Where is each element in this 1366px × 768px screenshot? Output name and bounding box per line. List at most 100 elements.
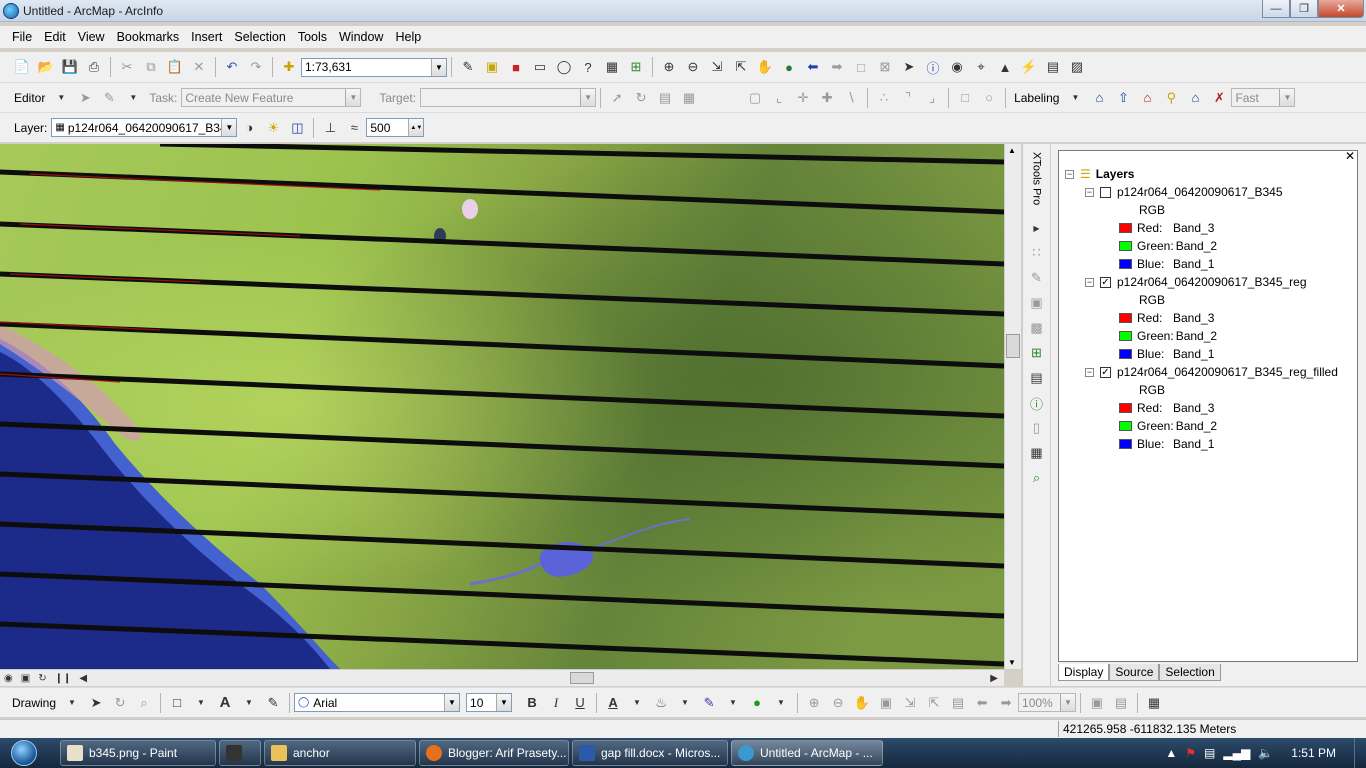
show-desktop-button[interactable] <box>1354 738 1366 768</box>
marker-color-icon[interactable]: ● <box>746 692 768 714</box>
text-dropdown-icon[interactable]: ▼ <box>238 692 260 714</box>
split-tool-icon[interactable]: ➚ <box>606 87 628 109</box>
zoom-in-layout-icon[interactable]: ⊕ <box>803 692 825 714</box>
rotate-icon[interactable]: ↻ <box>109 692 131 714</box>
scroll-thumb[interactable] <box>1006 334 1020 358</box>
taskbar-item-firefox[interactable]: Blogger: Arif Prasety... <box>419 740 569 766</box>
font-color-icon[interactable]: A <box>602 692 624 714</box>
chevron-down-icon[interactable]: ▼ <box>1279 89 1295 106</box>
chevron-down-icon[interactable]: ▼ <box>580 89 596 106</box>
line-color-pen-icon[interactable]: ✎ <box>698 692 720 714</box>
focus-data-frame-icon[interactable]: ▤ <box>1110 692 1132 714</box>
layout-view-icon[interactable]: ▣ <box>21 673 30 684</box>
zoom-out-icon[interactable]: ⊖ <box>682 56 704 78</box>
fixed-zoom-in-layout-icon[interactable]: ⇲ <box>899 692 921 714</box>
rotate-tool-icon[interactable]: ↻ <box>630 87 652 109</box>
fixed-zoom-out-layout-icon[interactable]: ⇱ <box>923 692 945 714</box>
text-a-icon[interactable]: A <box>214 692 236 714</box>
edge-icon[interactable]: ✚ <box>816 87 838 109</box>
rectangle-dropdown-icon[interactable]: ▼ <box>190 692 212 714</box>
snap-icon[interactable]: ⌞ <box>768 87 790 109</box>
map-horizontal-scrollbar[interactable]: ◉ ▣ ↻ ❙❙ ◀ ▶ <box>0 669 1004 686</box>
zoom-100-icon[interactable]: ▤ <box>947 692 969 714</box>
forward-arrow-icon[interactable]: ➡ <box>826 56 848 78</box>
pen-icon[interactable]: ✎ <box>1026 267 1048 289</box>
shared-edges-icon[interactable]: ⌝ <box>897 87 919 109</box>
underline-button[interactable]: U <box>569 692 591 714</box>
rectangle-icon[interactable]: □ <box>166 692 188 714</box>
pause-labeling-icon[interactable]: ⌂ <box>1184 87 1206 109</box>
pan-layout-icon[interactable]: ✋ <box>851 692 873 714</box>
layer-visibility-checkbox[interactable]: ✓ <box>1100 276 1111 288</box>
contrast-icon[interactable]: ◑ <box>238 117 260 139</box>
full-extent-globe-icon[interactable]: ● <box>778 56 800 78</box>
scroll-thumb[interactable] <box>570 672 594 684</box>
sketch-dropdown-icon[interactable]: ▼ <box>122 87 144 109</box>
redo-icon[interactable]: ↷ <box>245 56 267 78</box>
data-view-globe-icon[interactable]: ◉ <box>4 673 13 684</box>
new-document-icon[interactable]: 📄 <box>11 56 33 78</box>
back-arrow-icon[interactable]: ⬅ <box>802 56 824 78</box>
bold-button[interactable]: B <box>521 692 543 714</box>
resample-value-spinner[interactable]: 500 ▲▼ <box>366 118 425 137</box>
chevron-down-icon[interactable]: ▼ <box>1060 694 1076 711</box>
circle-icon[interactable]: ○ <box>978 87 1000 109</box>
add-icon[interactable]: ⊞ <box>625 56 647 78</box>
menu-insert[interactable]: Insert <box>185 30 228 44</box>
model-builder-icon[interactable]: ◯ <box>553 56 575 78</box>
map-display[interactable] <box>0 144 1004 669</box>
tab-selection[interactable]: Selection <box>1159 664 1221 681</box>
find-binoculars-icon[interactable]: ◉ <box>946 56 968 78</box>
cut-icon[interactable]: ✂ <box>116 56 138 78</box>
taskbar-item-paint[interactable]: b345.png - Paint <box>60 740 216 766</box>
label-weight-icon[interactable]: ⌂ <box>1136 87 1158 109</box>
xtools-dropdown-icon[interactable]: ▶ <box>1026 217 1048 239</box>
scroll-up-icon[interactable]: ▲ <box>1008 146 1016 155</box>
menu-file[interactable]: File <box>0 30 38 44</box>
add-data-icon[interactable]: ✚ <box>278 56 300 78</box>
tab-display[interactable]: Display <box>1058 664 1110 681</box>
edit-vertices-icon[interactable]: ✎ <box>262 692 284 714</box>
sketch-pencil-icon[interactable]: ✎ <box>98 87 120 109</box>
italic-button[interactable]: I <box>545 692 567 714</box>
arccatalog-icon[interactable]: ▣ <box>481 56 503 78</box>
identify-icon[interactable]: ⓘ <box>922 56 944 78</box>
add-field-icon[interactable]: ⊞ <box>1026 342 1048 364</box>
show-hidden-icons-icon[interactable]: ▲ <box>1165 746 1177 760</box>
lock-labels-icon[interactable]: ⚲ <box>1160 87 1182 109</box>
menu-selection[interactable]: Selection <box>228 30 291 44</box>
swipe-icon[interactable]: ⊥ <box>319 117 341 139</box>
chevron-down-icon[interactable]: ▼ <box>444 694 460 711</box>
attributes-icon[interactable]: ▤ <box>654 87 676 109</box>
layer-props-icon[interactable]: ▦ <box>1026 442 1048 464</box>
collapse-icon[interactable]: − <box>1065 169 1074 179</box>
zoom-out-layout-icon[interactable]: ⊖ <box>827 692 849 714</box>
chevron-down-icon[interactable]: ▼ <box>496 694 512 711</box>
menu-window[interactable]: Window <box>333 30 389 44</box>
print-icon[interactable]: ⎙ <box>83 56 105 78</box>
flag-icon[interactable]: ⚑ <box>1185 746 1196 760</box>
erase-icon[interactable]: ▩ <box>1026 317 1048 339</box>
scroll-right-icon[interactable]: ▶ <box>990 673 998 684</box>
scroll-down-icon[interactable]: ▼ <box>1008 658 1016 667</box>
resample-icon[interactable]: ≈ <box>343 117 365 139</box>
shape-icon[interactable]: ▣ <box>1026 292 1048 314</box>
taskbar-item-anchor-folder[interactable]: anchor <box>264 740 416 766</box>
collapse-icon[interactable]: − <box>1085 277 1094 287</box>
toggle-draft-icon[interactable]: ▣ <box>1086 692 1108 714</box>
fill-color-bucket-icon[interactable]: ♨ <box>650 692 672 714</box>
sketch-properties-icon[interactable]: ▦ <box>678 87 700 109</box>
taskbar-item-media[interactable] <box>219 740 261 766</box>
fixed-zoom-in-icon[interactable]: ⇲ <box>706 56 728 78</box>
target-combo[interactable]: ▼ <box>420 88 597 107</box>
clear-selection-icon[interactable]: ⊠ <box>874 56 896 78</box>
device-icon[interactable]: ▤ <box>1204 746 1215 760</box>
close-button[interactable]: ✕ <box>1318 0 1364 18</box>
chevron-down-icon[interactable]: ▼ <box>431 58 446 76</box>
errors-icon[interactable]: ⌟ <box>921 87 943 109</box>
map-scale-combo[interactable]: 1:73,631 ▼ <box>301 57 447 77</box>
tab-source[interactable]: Source <box>1109 664 1160 681</box>
comment-icon[interactable]: ▯ <box>1026 417 1048 439</box>
zoom-layer-icon[interactable]: ⌕ <box>1026 467 1048 489</box>
marker-color-dropdown-icon[interactable]: ▼ <box>770 692 792 714</box>
